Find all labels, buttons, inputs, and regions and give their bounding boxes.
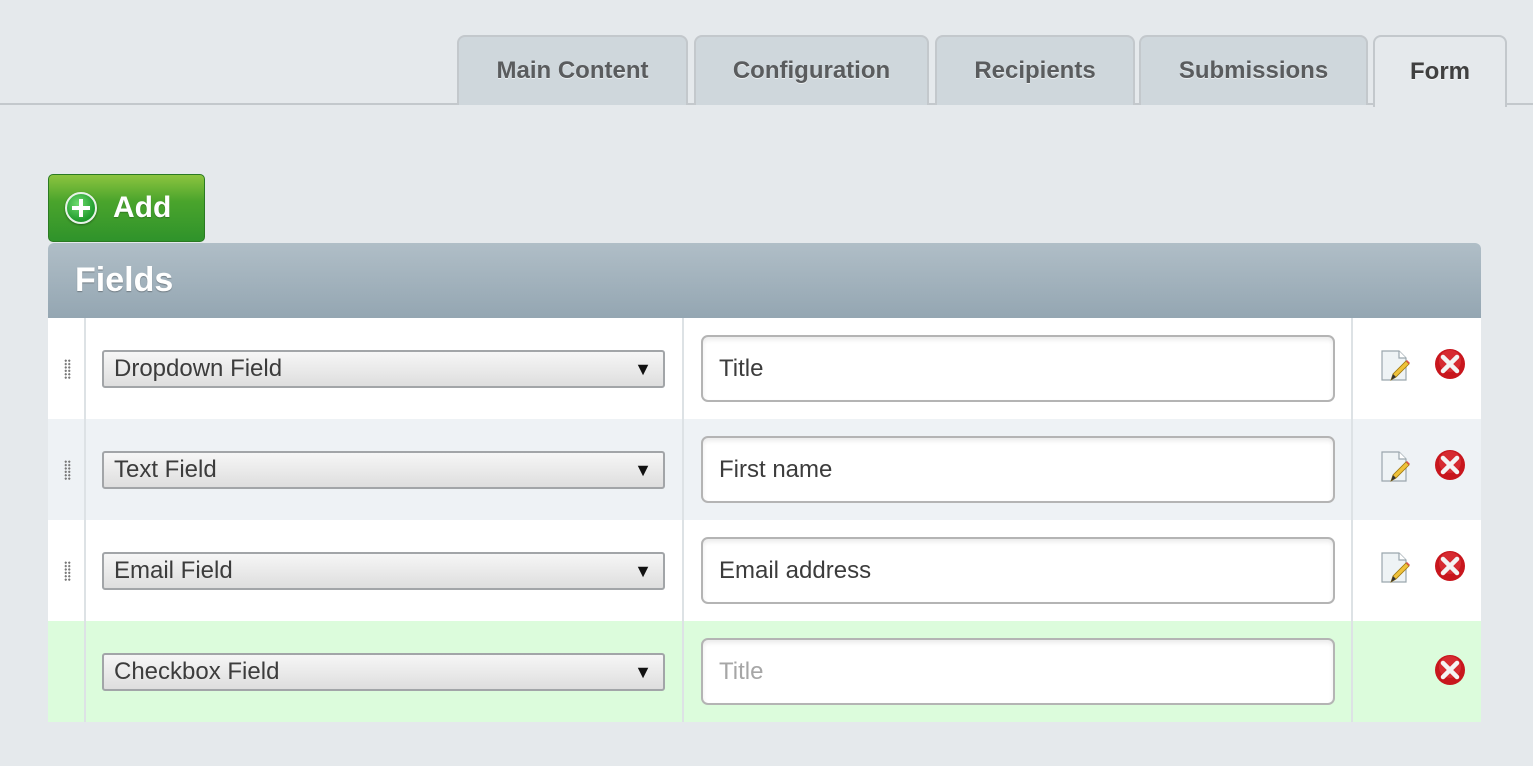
field-row: Dropdown Field ▼ bbox=[48, 318, 1481, 419]
field-type-select[interactable]: Email Field ▼ bbox=[102, 552, 665, 590]
edit-document-icon[interactable] bbox=[1379, 349, 1411, 383]
drag-handle-icon[interactable] bbox=[64, 359, 71, 379]
drag-handle-icon[interactable] bbox=[64, 460, 71, 480]
chevron-down-icon: ▼ bbox=[634, 460, 652, 480]
column-divider bbox=[84, 419, 86, 520]
tab-form[interactable]: Form bbox=[1373, 35, 1507, 107]
panel-title: Fields bbox=[48, 243, 1481, 318]
field-type-value: Email Field bbox=[114, 557, 233, 584]
column-divider bbox=[682, 318, 684, 419]
field-type-value: Dropdown Field bbox=[114, 355, 283, 382]
tab-submissions[interactable]: Submissions bbox=[1139, 35, 1368, 105]
field-row-new: Checkbox Field ▼ bbox=[48, 621, 1481, 722]
edit-document-icon[interactable] bbox=[1379, 551, 1411, 585]
field-row: Email Field ▼ bbox=[48, 520, 1481, 621]
fields-panel: Fields Dropdown Field ▼ Text Field bbox=[48, 243, 1481, 722]
column-divider bbox=[84, 318, 86, 419]
tab-configuration[interactable]: Configuration bbox=[694, 35, 929, 105]
drag-handle-icon[interactable] bbox=[64, 561, 71, 581]
delete-circle-icon[interactable] bbox=[1434, 449, 1466, 481]
delete-circle-icon[interactable] bbox=[1434, 348, 1466, 380]
column-divider bbox=[84, 520, 86, 621]
add-button[interactable]: Add bbox=[48, 174, 205, 242]
column-divider bbox=[1351, 520, 1353, 621]
column-divider bbox=[682, 419, 684, 520]
field-title-input[interactable] bbox=[701, 335, 1335, 402]
field-type-value: Checkbox Field bbox=[114, 658, 280, 685]
field-type-select[interactable]: Text Field ▼ bbox=[102, 451, 665, 489]
tab-bar: Main Content Configuration Recipients Su… bbox=[0, 0, 1533, 107]
plus-circle-icon bbox=[65, 192, 97, 224]
column-divider bbox=[84, 621, 86, 722]
chevron-down-icon: ▼ bbox=[634, 359, 652, 379]
tab-recipients[interactable]: Recipients bbox=[935, 35, 1135, 105]
field-type-select[interactable]: Dropdown Field ▼ bbox=[102, 350, 665, 388]
add-button-label: Add bbox=[113, 191, 172, 224]
delete-circle-icon[interactable] bbox=[1434, 654, 1466, 686]
column-divider bbox=[1351, 419, 1353, 520]
tab-main-content[interactable]: Main Content bbox=[457, 35, 688, 105]
column-divider bbox=[1351, 318, 1353, 419]
column-divider bbox=[1351, 621, 1353, 722]
field-type-value: Text Field bbox=[114, 456, 217, 483]
field-title-input[interactable] bbox=[701, 537, 1335, 604]
chevron-down-icon: ▼ bbox=[634, 561, 652, 581]
field-title-input[interactable] bbox=[701, 436, 1335, 503]
column-divider bbox=[682, 621, 684, 722]
field-row: Text Field ▼ bbox=[48, 419, 1481, 520]
column-divider bbox=[682, 520, 684, 621]
delete-circle-icon[interactable] bbox=[1434, 550, 1466, 582]
field-title-input[interactable] bbox=[701, 638, 1335, 705]
field-type-select[interactable]: Checkbox Field ▼ bbox=[102, 653, 665, 691]
chevron-down-icon: ▼ bbox=[634, 662, 652, 682]
edit-document-icon[interactable] bbox=[1379, 450, 1411, 484]
